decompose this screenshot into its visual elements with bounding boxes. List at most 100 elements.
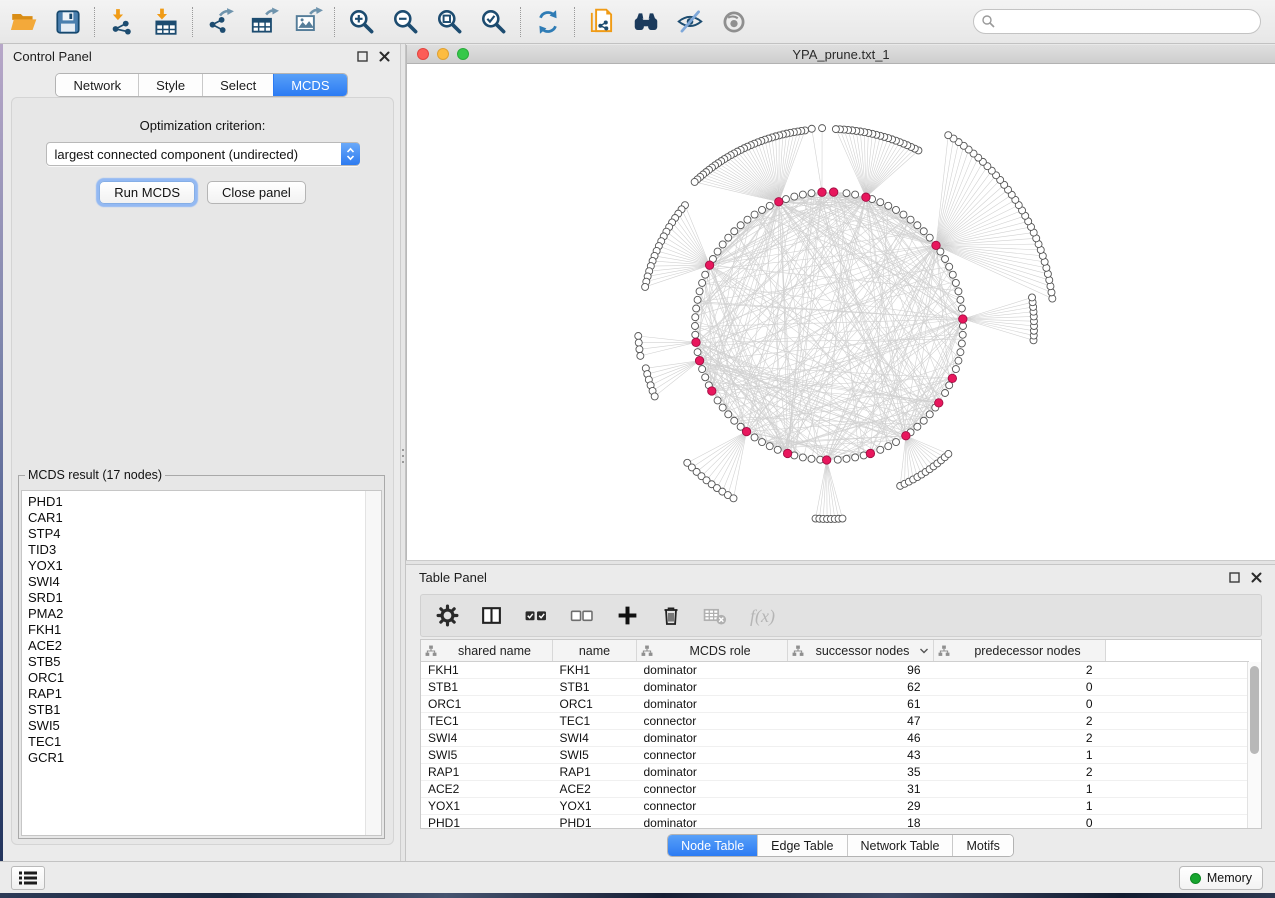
select-all-rows-button[interactable] [524,604,549,627]
close-panel-button[interactable] [379,51,390,62]
memory-button[interactable]: Memory [1179,866,1263,890]
table-cell: 31 [788,781,934,798]
table-cell: TEC1 [421,713,553,730]
run-mcds-button[interactable]: Run MCDS [99,181,195,204]
float-table-panel-button[interactable] [1229,572,1240,583]
table-scrollbar[interactable] [1247,662,1261,828]
table-tab-node-table[interactable]: Node Table [668,835,757,856]
checked-boxes-icon [524,604,549,627]
mcds-result-item[interactable]: RAP1 [28,686,381,702]
mcds-result-item[interactable]: CAR1 [28,510,381,526]
maximize-window-button[interactable] [457,48,469,60]
table-row[interactable]: SWI5SWI5connector431 [421,747,1249,764]
open-file-button[interactable] [8,6,40,38]
table-row[interactable]: ACE2ACE2connector311 [421,781,1249,798]
mcds-result-item[interactable]: GCR1 [28,750,381,766]
table-settings-button[interactable] [436,604,459,627]
close-window-button[interactable] [417,48,429,60]
column-header-MCDS-role[interactable]: MCDS role [637,640,788,662]
tab-network[interactable]: Network [56,74,138,96]
import-network-button[interactable] [106,6,138,38]
delete-column-button[interactable] [660,604,682,627]
table-row[interactable]: ORC1ORC1dominator610 [421,696,1249,713]
mcds-result-item[interactable]: ORC1 [28,670,381,686]
toolbar-separator [520,7,522,37]
column-header-shared-name[interactable]: shared name [421,640,553,662]
add-column-button[interactable] [616,604,639,627]
mcds-result-item[interactable]: SWI5 [28,718,381,734]
column-header-predecessor-nodes[interactable]: predecessor nodes [934,640,1106,662]
zoom-fit-button[interactable] [434,6,466,38]
export-network-button[interactable] [204,6,236,38]
function-builder-button[interactable]: f(x) [748,604,784,628]
import-table-button[interactable] [150,6,182,38]
close-panel-button-mcds[interactable]: Close panel [207,181,306,204]
mcds-result-item[interactable]: STB5 [28,654,381,670]
export-image-button[interactable] [292,6,324,38]
mcds-list-scrollbar[interactable] [365,491,381,835]
mcds-result-item[interactable]: SWI4 [28,574,381,590]
float-panel-button[interactable] [357,51,368,62]
network-window-titlebar[interactable]: YPA_prune.txt_1 [407,45,1275,64]
hierarchy-icon [641,645,653,657]
deselect-all-rows-button[interactable] [570,604,595,627]
search-input[interactable] [973,9,1261,34]
mcds-result-item[interactable]: TEC1 [28,734,381,750]
delete-table-button[interactable] [703,604,727,627]
table-row[interactable]: TEC1TEC1connector472 [421,713,1249,730]
table-row[interactable]: RAP1RAP1dominator352 [421,764,1249,781]
table-cell: 18 [788,815,934,830]
export-network-icon [205,7,235,37]
table-scrollbar-thumb[interactable] [1250,666,1259,754]
tab-select[interactable]: Select [202,74,273,96]
criterion-select[interactable]: largest connected component (undirected) [46,142,360,166]
zoom-selected-button[interactable] [478,6,510,38]
table-tab-edge-table[interactable]: Edge Table [757,835,846,856]
mcds-result-item[interactable]: STP4 [28,526,381,542]
hide-selected-button[interactable] [674,6,706,38]
mcds-result-item[interactable]: SRD1 [28,590,381,606]
column-header-name[interactable]: name [553,640,637,662]
desktop-wallpaper-bottom [0,893,1275,898]
refresh-button[interactable] [532,6,564,38]
export-table-button[interactable] [248,6,280,38]
table-tab-network-table[interactable]: Network Table [847,835,953,856]
table-row[interactable]: PHD1PHD1dominator180 [421,815,1249,830]
find-button[interactable] [630,6,662,38]
search-icon [981,14,996,29]
table-cell: SWI5 [553,747,637,764]
table-cell: 1 [934,798,1106,815]
table-cell: PHD1 [553,815,637,830]
mcds-result-item[interactable]: PHD1 [28,494,381,510]
mcds-result-item[interactable]: PMA2 [28,606,381,622]
table-tab-motifs[interactable]: Motifs [952,835,1012,856]
mcds-result-item[interactable]: ACE2 [28,638,381,654]
table-cell: 2 [934,713,1106,730]
network-graph[interactable] [407,64,1275,560]
mcds-result-item[interactable]: TID3 [28,542,381,558]
mcds-result-item[interactable]: STB1 [28,702,381,718]
column-menu-icon[interactable] [919,647,929,655]
mcds-result-item[interactable]: YOX1 [28,558,381,574]
table-row[interactable]: FKH1FKH1dominator962 [421,662,1249,679]
network-canvas[interactable] [407,64,1275,560]
table-row[interactable]: STB1STB1dominator620 [421,679,1249,696]
tab-style[interactable]: Style [138,74,202,96]
show-all-button[interactable] [718,6,750,38]
toggle-columns-button[interactable] [480,604,503,627]
panel-menu-button[interactable] [11,866,45,890]
minimize-window-button[interactable] [437,48,449,60]
zoom-out-button[interactable] [390,6,422,38]
control-panel-title: Control Panel [13,49,357,64]
table-row[interactable]: SWI4SWI4dominator462 [421,730,1249,747]
control-panel: Control Panel NetworkStyleSelectMCDS Opt… [3,44,400,861]
zoom-in-button[interactable] [346,6,378,38]
column-header-successor-nodes[interactable]: successor nodes [788,640,934,662]
save-session-button[interactable] [52,6,84,38]
table-row[interactable]: YOX1YOX1connector291 [421,798,1249,815]
close-table-panel-button[interactable] [1251,572,1262,583]
table-cell: connector [637,798,788,815]
mcds-result-item[interactable]: FKH1 [28,622,381,638]
tab-mcds[interactable]: MCDS [273,74,346,96]
new-network-from-selection-button[interactable] [586,6,618,38]
